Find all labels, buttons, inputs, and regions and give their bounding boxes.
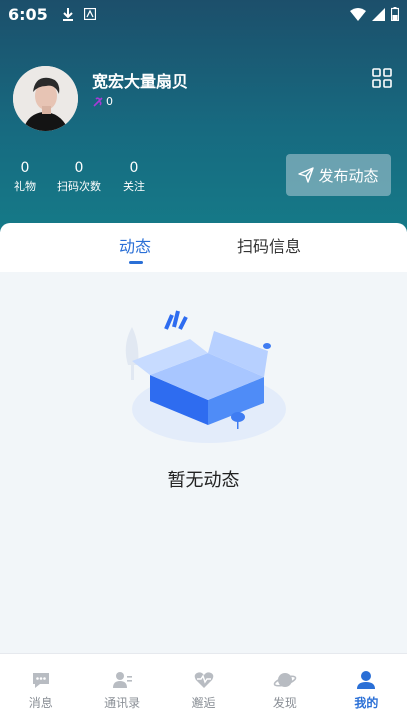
avatar[interactable] — [13, 66, 78, 131]
grid-menu-button[interactable] — [372, 68, 392, 88]
nav-me-label: 我的 — [354, 695, 379, 710]
send-icon — [298, 167, 315, 183]
username: 宽宏大量扇贝 — [92, 72, 189, 91]
active-tab-indicator — [129, 261, 143, 264]
gift-count: 0 — [106, 95, 113, 108]
stat-following[interactable]: 0 关注 — [122, 160, 146, 194]
publish-post-button[interactable]: 发布动态 — [286, 154, 391, 196]
nav-discover[interactable]: 发现 — [244, 654, 325, 725]
empty-state-text: 暂无动态 — [167, 470, 240, 491]
nav-discover-label: 发现 — [272, 695, 297, 710]
tabs-bar: 动态 扫码信息 — [0, 223, 407, 272]
person-icon — [357, 670, 376, 689]
nav-messages[interactable]: 消息 — [0, 654, 81, 725]
stat-gifts-label: 礼物 — [14, 180, 36, 193]
contacts-icon — [113, 671, 133, 688]
tab-scan-info[interactable]: 扫码信息 — [237, 233, 301, 257]
stat-following-label: 关注 — [123, 180, 145, 193]
signal-icon — [372, 7, 385, 21]
chat-icon — [32, 672, 49, 688]
status-time: 6:05 — [8, 4, 48, 24]
app-notification-icon — [83, 8, 96, 20]
nav-me[interactable]: 我的 — [326, 654, 407, 725]
stat-gifts-value: 0 — [20, 160, 30, 176]
gift-count-row: 0 — [92, 95, 113, 108]
stat-scans[interactable]: 0 扫码次数 — [56, 160, 102, 194]
nav-messages-label: 消息 — [28, 695, 53, 710]
nav-encounter-label: 邂逅 — [191, 695, 216, 710]
planet-icon — [273, 672, 297, 687]
publish-post-label: 发布动态 — [318, 166, 379, 185]
wifi-icon — [350, 7, 366, 21]
grid-icon — [372, 68, 392, 88]
status-bar: 6:05 — [0, 0, 407, 28]
stat-following-value: 0 — [129, 160, 139, 176]
nav-contacts-label: 通讯录 — [104, 695, 141, 710]
nav-contacts[interactable]: 通讯录 — [81, 654, 162, 725]
stat-gifts[interactable]: 0 礼物 — [12, 160, 38, 194]
tab-posts[interactable]: 动态 — [119, 233, 151, 257]
download-icon — [62, 8, 73, 21]
battery-icon — [391, 7, 399, 21]
stat-scans-label: 扫码次数 — [57, 180, 101, 193]
gift-icon — [93, 96, 103, 107]
nav-encounter[interactable]: 邂逅 — [163, 654, 244, 725]
heart-pulse-icon — [194, 671, 213, 688]
bottom-nav: 消息 通讯录 邂逅 发现 我的 — [0, 653, 407, 725]
profile-header: 6:05 宽宏大量扇贝 0 0 礼物 0 扫码次数 0 关注 发布动态 — [0, 0, 407, 232]
stat-scans-value: 0 — [74, 160, 84, 176]
empty-box-illustration — [125, 310, 286, 443]
